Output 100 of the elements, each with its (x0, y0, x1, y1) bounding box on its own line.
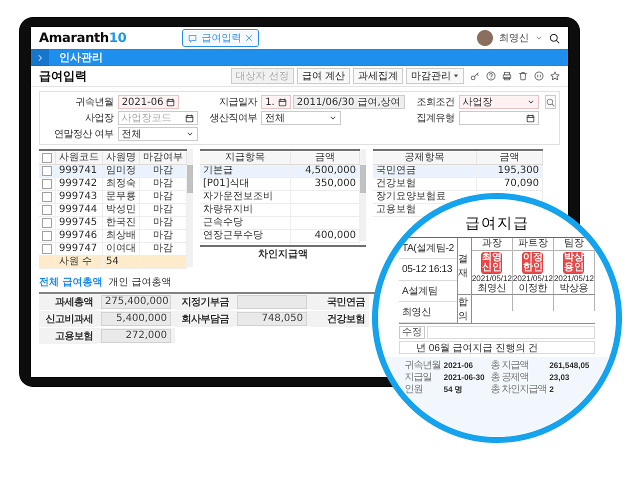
column-header[interactable]: 사원코드 (56, 150, 102, 164)
table-cell: 999744 (56, 204, 102, 216)
table-cell: 차량유지비 (200, 204, 291, 216)
calendar-icon (166, 98, 176, 106)
document-title: 급여지급 (465, 215, 529, 233)
summary-value: 2021-06-30 (444, 372, 485, 384)
search-button[interactable] (544, 95, 556, 109)
agreement-label: 합의 (458, 295, 472, 323)
field-label: 집계유형 (416, 112, 455, 125)
page-title: 급여입력 (39, 68, 87, 84)
print-icon[interactable] (502, 71, 512, 81)
field-label: 귀속년월 (74, 96, 114, 109)
info-text: 최영신 (399, 302, 457, 323)
help-icon[interactable] (486, 71, 496, 81)
summary-value-field: 272,000 (101, 329, 171, 343)
menu-title: 인사관리 (59, 50, 103, 65)
approval-stamp: 박상 용인 (563, 252, 584, 274)
chevron-down-icon (329, 114, 338, 122)
close-icon[interactable] (245, 34, 254, 42)
table-cell: 기본급 (200, 164, 291, 178)
summary-label: 건강보험 (311, 311, 369, 328)
approver-role: 과장 (472, 238, 512, 251)
summary-label: 귀속년월 (404, 360, 441, 372)
checkbox[interactable] (42, 244, 52, 254)
scrollbar[interactable] (360, 149, 366, 241)
footer-label: 차인지급액 (258, 248, 308, 261)
checkbox[interactable] (42, 218, 52, 228)
approver-role: 팀장 (554, 238, 594, 251)
approver-name: 최영신 (478, 283, 506, 294)
column-header[interactable]: 금액 (476, 150, 542, 164)
chevron-down-icon (186, 130, 194, 138)
table-cell: 연장근무수당 (200, 230, 291, 242)
date-field[interactable]: 2021-06 (118, 95, 180, 109)
input-field[interactable] (427, 326, 595, 339)
summary-label: 총 지급액 (490, 360, 530, 372)
checkbox[interactable] (42, 179, 52, 189)
table-cell: 근속수당 (200, 216, 291, 230)
column-header[interactable]: 마감여부 (140, 150, 186, 164)
summary-label: 고용보험 (39, 328, 97, 345)
column-header[interactable]: 사원명 (102, 150, 140, 164)
table-cell: 문무룡 (102, 190, 140, 204)
table-cell: 박성민 (102, 204, 140, 216)
app-logo: Amaranth10 (39, 30, 126, 46)
select-field[interactable]: 사업장 (458, 95, 539, 109)
table-cell: 건강보험 (373, 178, 477, 190)
column-header[interactable]: 공제항목 (373, 150, 477, 164)
scrollbar[interactable] (187, 149, 193, 267)
summary-value: 2 (549, 384, 555, 396)
approval-date: 2021/05/12 (472, 274, 512, 283)
select-field[interactable]: 전체 (261, 111, 342, 125)
toolbar-button[interactable]: 급여 계산 (296, 68, 350, 84)
user-avatar[interactable] (477, 30, 493, 46)
table-cell: 350,000 (290, 178, 360, 190)
summary-tab[interactable]: 개인 급여총액 (108, 275, 172, 289)
pay-number-field[interactable]: 1. (261, 95, 291, 109)
info-text: 05-12 16:13 (399, 259, 457, 280)
checkbox[interactable] (42, 205, 52, 215)
info-text: A설계팀 (399, 280, 457, 302)
caret-icon (453, 73, 459, 79)
checkbox[interactable] (42, 166, 52, 176)
search-icon[interactable] (549, 32, 560, 44)
table-cell: 70,090 (476, 178, 542, 190)
summary-label: 국민연금 (311, 294, 369, 311)
column-header[interactable]: 금액 (290, 150, 360, 164)
approval-stamp: 이정 한인 (522, 252, 544, 274)
summary-value: 54 명 (444, 384, 464, 396)
table-cell: 임미정 (102, 164, 140, 178)
code-field[interactable] (458, 111, 539, 125)
table-cell: 999745 (56, 216, 102, 230)
table-cell: 한국진 (102, 216, 140, 230)
toolbar-button[interactable]: 과세집계 (353, 68, 403, 84)
summary-value-field: 275,400,000 (101, 295, 171, 309)
table-cell: 999741 (56, 164, 102, 178)
edit-button[interactable]: 수정 (399, 326, 425, 339)
select-field[interactable]: 전체 (118, 127, 198, 141)
key-icon[interactable] (470, 71, 480, 81)
dropdown-button[interactable]: 마감관리 (406, 68, 464, 84)
approver-role: 파트장 (512, 238, 553, 251)
approver-name: 박상용 (560, 283, 588, 294)
menu-toggle[interactable] (31, 49, 49, 66)
star-icon[interactable] (550, 71, 560, 81)
summary-value: 2021-06 (444, 360, 474, 372)
footer-label: 사원 수 (56, 256, 102, 268)
checkbox[interactable] (42, 192, 52, 202)
summary-label: 지급일 (404, 372, 433, 384)
search-icon (546, 98, 555, 106)
summary-value: 23,03 (549, 372, 570, 384)
calendar-icon (184, 114, 194, 122)
table-cell: 최상배 (102, 230, 140, 242)
field-label: 사업장 (84, 112, 114, 125)
checkbox[interactable] (42, 152, 52, 162)
approval-date: 2021/05/12 (554, 274, 594, 283)
trash-icon[interactable] (518, 71, 528, 81)
checkbox[interactable] (42, 231, 52, 241)
field-label: 생산직여부 (210, 112, 258, 125)
table-cell: 마감 (140, 164, 186, 178)
table-cell: [P01]식대 (200, 178, 291, 190)
subject-field[interactable]: 년 06월 급여지급 진행의 건 (399, 341, 595, 354)
calendar-icon (526, 114, 535, 122)
column-header[interactable]: 지급항목 (200, 150, 291, 164)
